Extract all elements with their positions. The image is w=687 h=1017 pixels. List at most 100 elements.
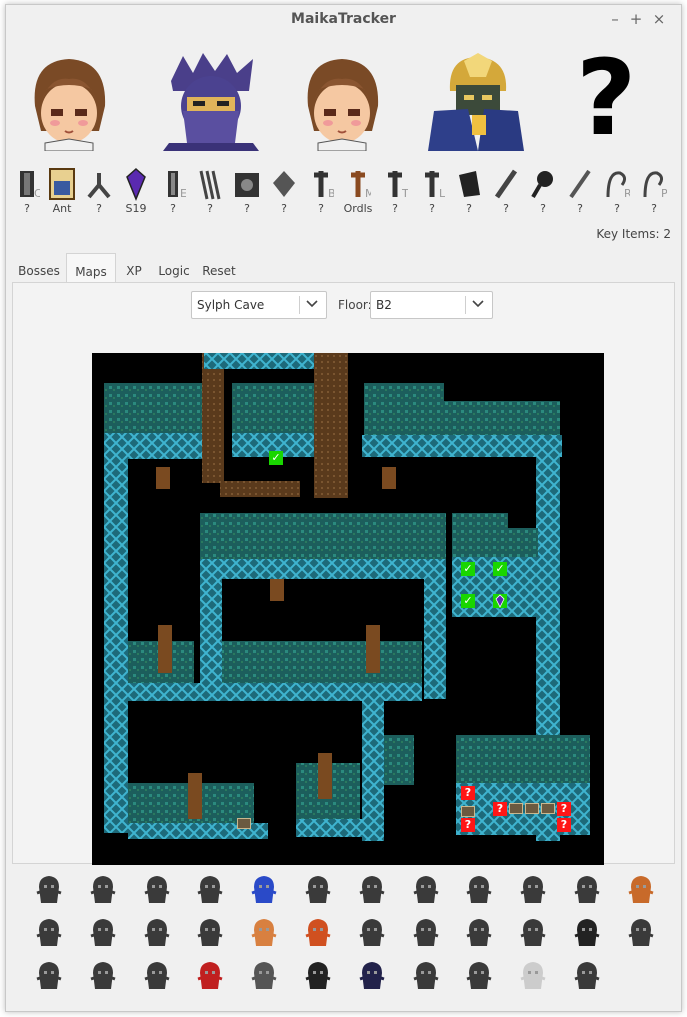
ogopogo-boss-icon — [520, 962, 546, 989]
milon-z-boss-icon[interactable] — [463, 873, 495, 905]
dark-imps-boss-icon[interactable] — [410, 916, 442, 948]
ogopogo-boss-icon[interactable] — [517, 959, 549, 991]
tab-reset[interactable]: Reset — [196, 253, 242, 283]
leviathan-boss-icon[interactable] — [33, 959, 65, 991]
plague-boss-icon[interactable] — [410, 959, 442, 991]
cpu-boss-icon[interactable] — [248, 959, 280, 991]
map-select[interactable]: Sylph Cave — [191, 291, 327, 319]
dark-kain-boss-icon — [520, 876, 546, 903]
king-queen-boss-icon[interactable] — [463, 916, 495, 948]
tab-maps[interactable]: Maps — [66, 253, 116, 283]
chevron-down-icon — [306, 300, 318, 308]
valvalis-boss-icon[interactable] — [194, 916, 226, 948]
unknown-character[interactable]: ? — [576, 43, 636, 153]
fabul-gauntlet-boss-icon[interactable] — [356, 873, 388, 905]
floor-select[interactable]: B2 — [370, 291, 493, 319]
waterhag-boss-icon[interactable] — [248, 873, 280, 905]
pale-dim-boss-icon[interactable] — [302, 959, 334, 991]
tab-xp[interactable]: XP — [116, 253, 152, 283]
bahamut-boss-icon[interactable] — [141, 959, 173, 991]
antlion-boss-icon[interactable] — [194, 873, 226, 905]
key-item-luca-key[interactable]: ? — [267, 167, 301, 215]
milon-boss-icon — [413, 876, 439, 903]
golbez-boss-icon[interactable] — [302, 916, 334, 948]
rosa-portrait[interactable] — [21, 51, 117, 151]
mombomb-boss-icon[interactable] — [302, 873, 334, 905]
key-item-tower-key[interactable]: ? — [230, 167, 264, 215]
unchecked-location-marker[interactable]: ? — [493, 802, 507, 816]
plague-boss-icon — [413, 962, 439, 989]
key-item-crystal[interactable]: C? — [10, 167, 44, 215]
maximize-button[interactable]: + — [627, 10, 645, 28]
dmist-boss-icon[interactable] — [33, 873, 65, 905]
cpu-boss-icon — [251, 962, 277, 989]
edge-portrait[interactable] — [163, 51, 259, 151]
golbez-portrait[interactable] — [428, 51, 524, 151]
rubicant-boss-icon[interactable] — [517, 916, 549, 948]
key-item-rat-key[interactable]: R? — [600, 167, 634, 215]
checked-location-marker[interactable]: ✓ — [461, 562, 475, 576]
zeromus-boss-icon[interactable] — [571, 959, 603, 991]
key-item-baron-key[interactable]: B? — [304, 167, 338, 215]
close-button[interactable]: × — [650, 10, 668, 28]
checked-location-marker[interactable]: ✓ — [461, 594, 475, 608]
key-item-pan[interactable]: ? — [526, 167, 560, 215]
unchecked-location-marker[interactable]: ? — [557, 802, 571, 816]
key-item-darkness-crystal[interactable]: S19 — [119, 167, 153, 215]
window-title: MaikaTracker — [291, 11, 396, 27]
wyvern-boss-icon[interactable] — [356, 959, 388, 991]
dlunars-boss-icon[interactable] — [463, 959, 495, 991]
baigan-boss-icon[interactable] — [625, 873, 657, 905]
key-item-pink-tail[interactable]: P? — [637, 167, 671, 215]
tab-bosses[interactable]: Bosses — [12, 253, 66, 283]
crystal-icon — [495, 594, 505, 608]
checked-location-marker[interactable]: ✓ — [269, 451, 283, 465]
dark-elf-boss-icon[interactable] — [87, 916, 119, 948]
dark-kain-boss-icon[interactable] — [517, 873, 549, 905]
kainazzo-boss-icon[interactable] — [33, 916, 65, 948]
unchecked-location-marker[interactable]: ? — [461, 786, 475, 800]
svg-text:L: L — [439, 187, 445, 200]
asura-boss-icon[interactable] — [625, 916, 657, 948]
key-item-earth-crystal[interactable]: E? — [156, 167, 190, 215]
key-item-twin-harp[interactable]: ? — [193, 167, 227, 215]
spoon-icon — [569, 169, 591, 199]
elements-boss-icon[interactable] — [194, 959, 226, 991]
unchecked-location-marker[interactable]: ? — [557, 818, 571, 832]
lugae-boss-icon[interactable] — [356, 916, 388, 948]
unchecked-location-marker[interactable]: ? — [461, 818, 475, 832]
minimize-button[interactable]: – — [606, 10, 624, 28]
magus-sisters-boss-icon[interactable] — [141, 916, 173, 948]
key-item-hook[interactable]: ? — [82, 167, 116, 215]
checked-location-marker[interactable]: ✓ — [493, 562, 507, 576]
checked-location-marker[interactable] — [493, 594, 507, 608]
octomamm-boss-icon — [144, 876, 170, 903]
title-bar[interactable]: MaikaTracker – + × — [6, 5, 681, 35]
calbrena-boss-icon — [251, 919, 277, 946]
twin-harp-icon — [199, 170, 221, 200]
fabul-gauntlet-boss-icon — [359, 876, 385, 903]
milon-z-boss-icon — [466, 876, 492, 903]
evilwall-boss-icon[interactable] — [571, 916, 603, 948]
odin-boss-icon[interactable] — [87, 959, 119, 991]
key-item-rat-tail[interactable]: ? — [452, 167, 486, 215]
floor-label: Floor: — [338, 298, 372, 312]
crystal-icon: C — [20, 171, 40, 200]
calbrena-boss-icon[interactable] — [248, 916, 280, 948]
milon-boss-icon[interactable] — [410, 873, 442, 905]
key-item-tower-key-2[interactable]: T? — [378, 167, 412, 215]
key-item-magma-key[interactable]: M Ordls — [341, 167, 375, 215]
key-item-spoon[interactable]: ? — [563, 167, 597, 215]
dungeon-map[interactable]: ✓ ✓ ✓ ✓ ? ? ? ? ? — [92, 353, 604, 865]
octomamm-boss-icon[interactable] — [141, 873, 173, 905]
dark-imps-boss-icon — [413, 919, 439, 946]
karate-boss-icon[interactable] — [571, 873, 603, 905]
rosa-portrait[interactable] — [294, 51, 390, 151]
svg-text:E: E — [180, 187, 186, 200]
key-item-pass[interactable]: Ant — [45, 167, 79, 215]
floor-select-value: B2 — [376, 298, 392, 312]
tab-logic[interactable]: Logic — [152, 253, 196, 283]
officer-boss-icon[interactable] — [87, 873, 119, 905]
key-item-adamant[interactable]: ? — [489, 167, 523, 215]
key-item-luca-key-2[interactable]: L? — [415, 167, 449, 215]
